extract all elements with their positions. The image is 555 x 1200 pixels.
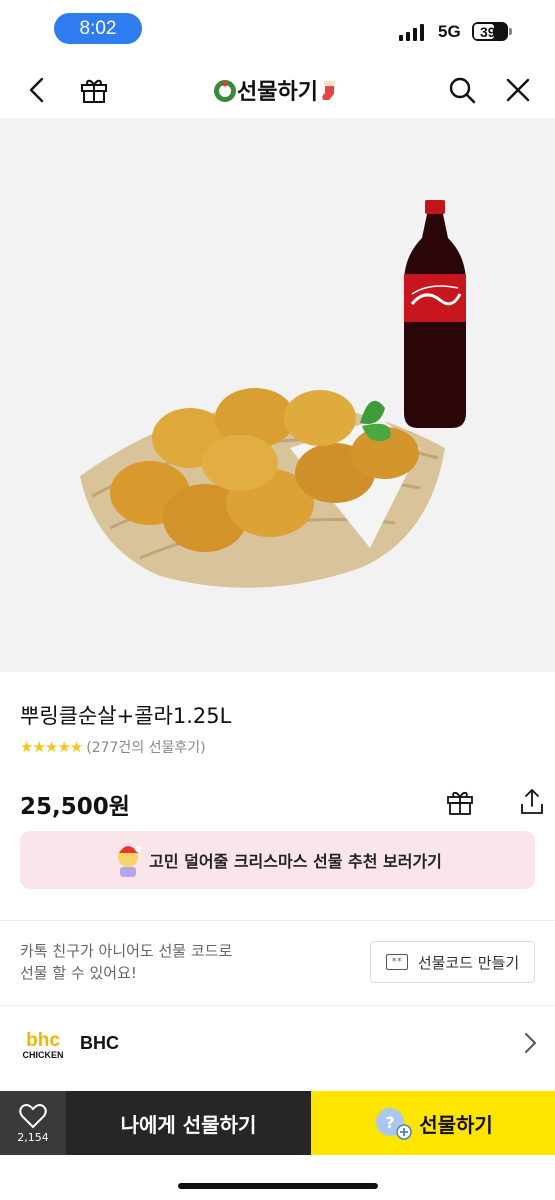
code-icon: ** bbox=[385, 954, 408, 970]
gift-code-line1: 카톡 친구가 아니어도 선물 코드로 bbox=[20, 942, 233, 960]
svg-text:CHICKEN: CHICKEN bbox=[22, 1050, 63, 1060]
home-indicator bbox=[178, 1183, 378, 1189]
close-icon[interactable] bbox=[502, 74, 534, 106]
divider bbox=[0, 1005, 555, 1006]
price: 25,500원 bbox=[20, 794, 130, 820]
brand-row[interactable]: bhc CHICKEN BHC bbox=[0, 1013, 555, 1073]
christmas-banner[interactable]: 고민 덜어줄 크리스마스 선물 추천 보러가기 bbox=[20, 831, 535, 889]
chevron-right-icon bbox=[525, 1033, 536, 1053]
gift-code-button[interactable]: ** 선물코드 만들기 bbox=[370, 941, 535, 983]
gift-code-button-label: 선물코드 만들기 bbox=[417, 953, 520, 972]
signal-icon bbox=[399, 24, 424, 41]
battery-level: 39 bbox=[480, 23, 496, 40]
price-actions bbox=[444, 786, 548, 818]
gift-code-description: 카톡 친구가 아니어도 선물 코드로 선물 할 수 있어요! bbox=[20, 940, 340, 984]
divider bbox=[0, 920, 555, 921]
top-nav: 선물하기 bbox=[0, 62, 555, 118]
product-image bbox=[0, 118, 555, 672]
status-time: 8:02 bbox=[54, 13, 142, 44]
share-icon[interactable] bbox=[516, 786, 548, 818]
wreath-icon bbox=[214, 80, 237, 102]
review-count: (277건의 선물후기) bbox=[86, 740, 206, 756]
search-icon[interactable] bbox=[446, 74, 478, 106]
gift-code-line2: 선물 할 수 있어요! bbox=[20, 964, 137, 982]
brand-logo: bhc CHICKEN bbox=[22, 1030, 63, 1060]
gift-to-me-label: 나에게 선물하기 bbox=[120, 1112, 257, 1137]
rating[interactable]: ★★★★★ (277건의 선물후기) bbox=[20, 737, 206, 757]
like-count: 2,154 bbox=[17, 1130, 49, 1144]
heart-icon bbox=[19, 1103, 47, 1128]
svg-text:bhc: bhc bbox=[26, 1030, 60, 1051]
bottom-action-bar: 2,154 나에게 선물하기 ? 선물하기 bbox=[0, 1091, 555, 1155]
rating-stars: ★★★★★ bbox=[20, 738, 83, 756]
gift-friend-icon: ? bbox=[376, 1108, 412, 1140]
brand-name: BHC bbox=[80, 1033, 119, 1053]
svg-text:?: ? bbox=[386, 1113, 395, 1132]
network-label: 5G bbox=[438, 22, 461, 41]
send-gift-label: 선물하기 bbox=[419, 1112, 493, 1137]
banner-text: 고민 덜어줄 크리스마스 선물 추천 보러가기 bbox=[149, 852, 442, 871]
gift-to-me-button[interactable]: 나에게 선물하기 bbox=[66, 1091, 311, 1155]
product-name: 뿌링클순살+콜라1.25L bbox=[20, 704, 232, 728]
gift-box-icon[interactable] bbox=[444, 786, 476, 818]
character-icon bbox=[118, 846, 142, 877]
status-bar: 8:02 5G 39 bbox=[0, 0, 555, 58]
send-gift-button[interactable]: ? 선물하기 bbox=[311, 1091, 555, 1155]
cola-bottle-image bbox=[404, 200, 466, 428]
page-title-text: 선물하기 bbox=[237, 80, 318, 105]
chicken-basket-image bbox=[80, 388, 445, 588]
battery-icon: 39 bbox=[472, 22, 512, 41]
like-button[interactable]: 2,154 bbox=[0, 1091, 66, 1155]
stocking-icon bbox=[322, 81, 335, 100]
